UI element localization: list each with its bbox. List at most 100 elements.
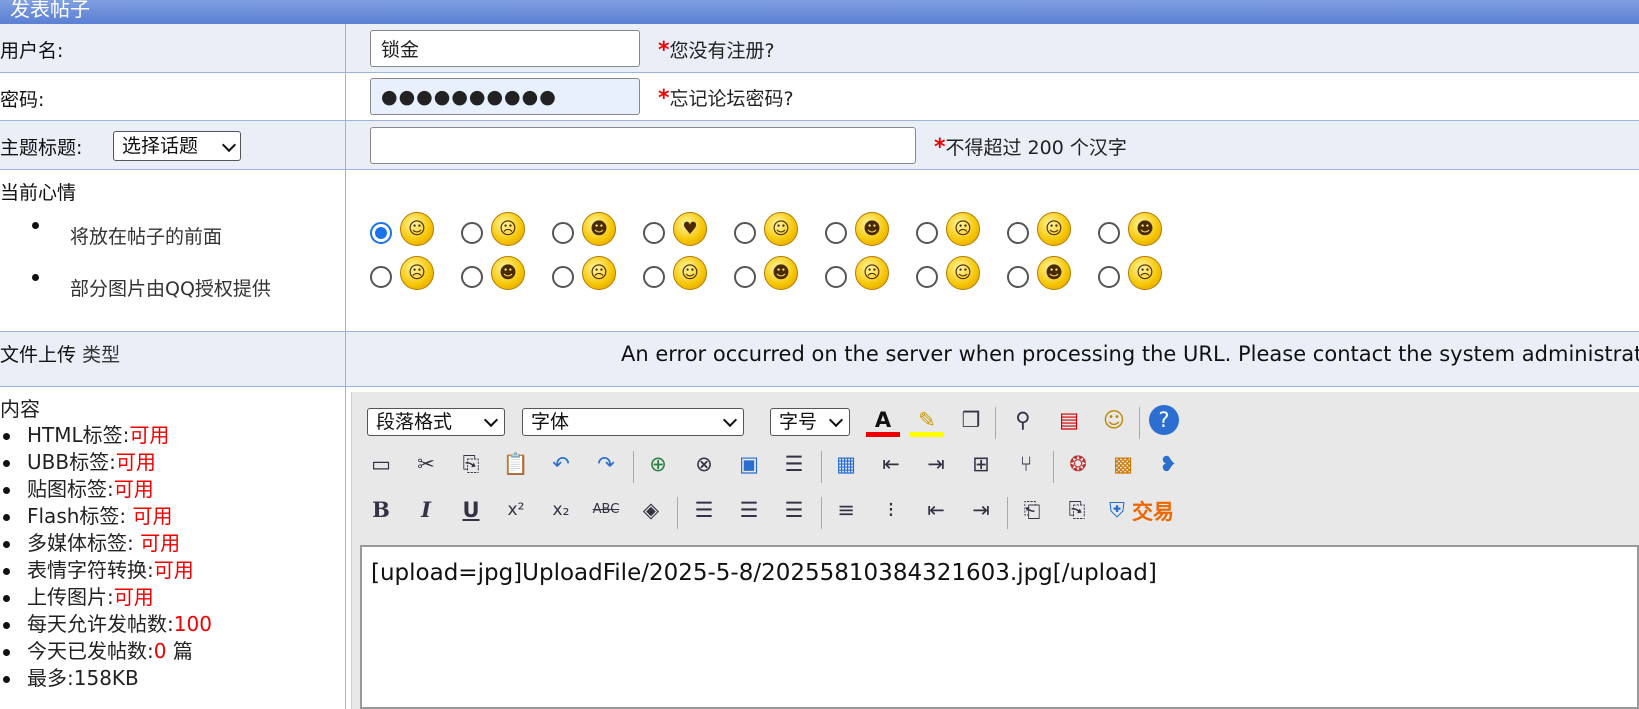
- username-input[interactable]: [370, 30, 640, 67]
- upload-type-label: 类型: [82, 344, 121, 366]
- cut-icon[interactable]: ✂: [409, 447, 443, 481]
- paste-word-icon[interactable]: ⎘: [1060, 493, 1094, 527]
- underline-icon[interactable]: U: [454, 493, 488, 527]
- help-icon[interactable]: ?: [1149, 405, 1179, 435]
- horizontal-rule-icon[interactable]: ☰: [777, 447, 811, 481]
- trade-logo[interactable]: 交易: [1132, 496, 1174, 526]
- mood-radio[interactable]: [734, 222, 756, 244]
- mood-radio[interactable]: [370, 222, 392, 244]
- mood-radio[interactable]: [552, 222, 574, 244]
- content-info: 内容 HTML标签:可用 UBB标签:可用 贴图标签:可用 Flash标签: 可用 多媒…: [0, 393, 212, 692]
- align-right-icon[interactable]: ☰: [777, 493, 811, 527]
- ordered-list-icon[interactable]: ≡: [829, 493, 863, 527]
- mood-option[interactable]: ♥: [643, 212, 733, 254]
- mood-option[interactable]: ☹: [1098, 256, 1188, 298]
- align-center-icon[interactable]: ☰: [732, 493, 766, 527]
- mood-radio[interactable]: [916, 222, 938, 244]
- mood-option[interactable]: ☻: [461, 256, 551, 298]
- flash-icon[interactable]: ▩: [1106, 447, 1140, 481]
- permission-item: 上传图片:可用: [0, 584, 212, 611]
- unordered-list-icon[interactable]: ⁝: [874, 493, 908, 527]
- mood-radio[interactable]: [370, 266, 392, 288]
- mood-radio[interactable]: [916, 266, 938, 288]
- mood-option[interactable]: ☻: [552, 212, 642, 254]
- outdent-icon[interactable]: ⇤: [919, 493, 953, 527]
- mood-option[interactable]: ☹: [461, 212, 551, 254]
- eraser-icon[interactable]: ◈: [634, 493, 668, 527]
- superscript-icon[interactable]: x²: [499, 493, 533, 527]
- mood-option[interactable]: ☺: [643, 256, 733, 298]
- link-icon[interactable]: ⊕: [641, 447, 675, 481]
- topic-select[interactable]: 选择话题: [113, 131, 241, 161]
- mood-option[interactable]: ☺: [916, 256, 1006, 298]
- mood-option[interactable]: ☹: [370, 256, 460, 298]
- mood-option[interactable]: ☻: [1098, 212, 1188, 254]
- cube-icon[interactable]: ❒: [954, 403, 988, 437]
- find-icon[interactable]: ⚲: [1006, 403, 1040, 437]
- required-star: *: [934, 135, 946, 160]
- window-icon[interactable]: ▭: [364, 447, 398, 481]
- smiley-icon: ☺: [946, 256, 980, 290]
- paste-icon[interactable]: 📋: [499, 447, 533, 481]
- mood-option[interactable]: ☹: [916, 212, 1006, 254]
- mood-radio[interactable]: [552, 266, 574, 288]
- mood-option[interactable]: ☻: [734, 256, 824, 298]
- font-color-icon[interactable]: A: [866, 403, 900, 437]
- smiley-icon: ☹: [582, 256, 616, 290]
- mood-radio[interactable]: [825, 222, 847, 244]
- unlink-icon[interactable]: ⊗: [687, 447, 721, 481]
- password-field-cell: *忘记论坛密码?: [346, 73, 1639, 120]
- mood-radio[interactable]: [643, 266, 665, 288]
- mood-radio[interactable]: [1098, 222, 1120, 244]
- form-title: 发表帖子: [10, 0, 90, 21]
- paste-text-icon[interactable]: ⎗: [1015, 493, 1049, 527]
- mood-radio[interactable]: [1007, 222, 1029, 244]
- mood-option[interactable]: ☺: [370, 212, 460, 254]
- mood-radio[interactable]: [1098, 266, 1120, 288]
- image-icon[interactable]: ▣: [732, 447, 766, 481]
- mood-radio[interactable]: [1007, 266, 1029, 288]
- password-input[interactable]: [370, 78, 640, 115]
- mood-radio[interactable]: [734, 266, 756, 288]
- permission-item: 表情字符转换:可用: [0, 557, 212, 584]
- strikethrough-icon[interactable]: ABC: [589, 493, 623, 527]
- forgot-password-link[interactable]: 忘记论坛密码?: [670, 88, 794, 110]
- mood-radio[interactable]: [643, 222, 665, 244]
- mood-option[interactable]: ☻: [825, 212, 915, 254]
- mood-radio[interactable]: [461, 266, 483, 288]
- insert-column-icon[interactable]: ⇤: [874, 447, 908, 481]
- smiley-icon: ☻: [582, 212, 616, 246]
- subject-input[interactable]: [370, 127, 916, 164]
- media-icon[interactable]: ❂: [1061, 447, 1095, 481]
- mood-radio[interactable]: [825, 266, 847, 288]
- qq-icon[interactable]: ❥: [1151, 447, 1185, 481]
- split-cell-icon[interactable]: ⊞: [964, 447, 998, 481]
- table-icon[interactable]: ▦: [829, 447, 863, 481]
- italic-icon[interactable]: I: [409, 493, 443, 527]
- shield-icon[interactable]: ⛨: [1100, 493, 1134, 527]
- insert-row-icon[interactable]: ⇥: [919, 447, 953, 481]
- subscript-icon[interactable]: x₂: [544, 493, 578, 527]
- mood-label: 当前心情: [0, 182, 77, 204]
- permission-item: 贴图标签:可用: [0, 476, 212, 503]
- mood-radio[interactable]: [461, 222, 483, 244]
- copy-icon[interactable]: ⎘: [454, 447, 488, 481]
- register-link[interactable]: 您没有注册?: [670, 40, 775, 62]
- smiley-icon: ☻: [1128, 212, 1162, 246]
- merge-cell-icon[interactable]: ⑂: [1009, 447, 1043, 481]
- indent-icon[interactable]: ⇥: [964, 493, 998, 527]
- redo-icon[interactable]: ↷: [589, 447, 623, 481]
- mood-option[interactable]: ☺: [734, 212, 824, 254]
- mood-option[interactable]: ☹: [552, 256, 642, 298]
- highlight-icon[interactable]: ✎: [910, 403, 944, 437]
- post-content-textarea[interactable]: [upload=jpg]UploadFile/2025-5-8/20255810…: [360, 545, 1639, 709]
- mood-option[interactable]: ☻: [1007, 256, 1097, 298]
- smiley-icon: ☹: [400, 256, 434, 290]
- emoticon-icon[interactable]: ☺: [1097, 403, 1131, 437]
- undo-icon[interactable]: ↶: [544, 447, 578, 481]
- remove-format-icon[interactable]: ▤: [1052, 403, 1086, 437]
- bold-icon[interactable]: B: [364, 493, 398, 527]
- mood-option[interactable]: ☺: [1007, 212, 1097, 254]
- align-left-icon[interactable]: ☰: [687, 493, 721, 527]
- mood-option[interactable]: ☹: [825, 256, 915, 298]
